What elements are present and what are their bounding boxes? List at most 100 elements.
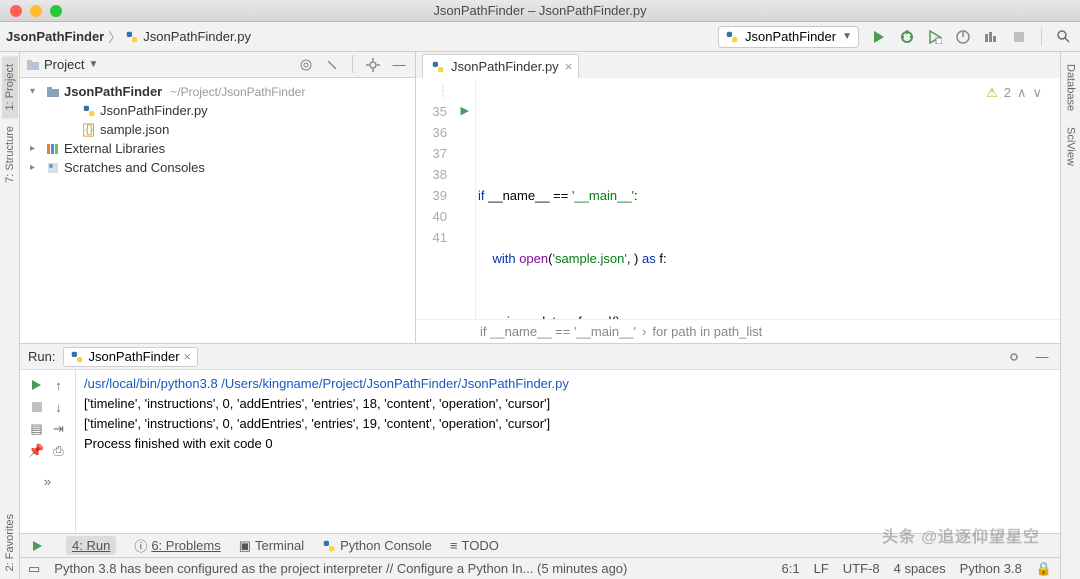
- down-icon[interactable]: ↓: [50, 398, 68, 416]
- debug-icon[interactable]: [897, 27, 917, 47]
- run-gutter-icon[interactable]: ▶: [461, 101, 469, 122]
- line-num: 37: [416, 143, 447, 164]
- center-area: Project ▼ — ▾ JsonPathFinder: [20, 52, 1060, 579]
- run-icon[interactable]: [869, 27, 889, 47]
- warning-count: 2: [1004, 82, 1011, 103]
- status-interpreter[interactable]: Python 3.8: [960, 561, 1022, 576]
- run-actions: ↑ ↓ ▤ ⇥ 📌 ⎙ »: [20, 370, 76, 533]
- output-line: Process finished with exit code 0: [84, 434, 1052, 454]
- concurrency-icon[interactable]: [981, 27, 1001, 47]
- profile-icon[interactable]: [953, 27, 973, 47]
- code-area[interactable]: if __name__ == '__main__': with open('sa…: [476, 78, 1060, 319]
- breadcrumb-file[interactable]: JsonPathFinder.py: [143, 29, 251, 44]
- bottom-tab-python-console[interactable]: Python Console: [322, 538, 432, 553]
- line-num: 39: [416, 185, 447, 206]
- tree-ext-libs[interactable]: ▸ External Libraries: [20, 139, 415, 158]
- bottom-tab-todo[interactable]: ≡TODO: [450, 538, 499, 553]
- hide-icon[interactable]: —: [389, 55, 409, 75]
- svg-text:{}: {}: [86, 123, 94, 135]
- status-message[interactable]: Python 3.8 has been configured as the pr…: [54, 561, 627, 576]
- inspection-widget[interactable]: ⚠ 2 ∧ ∨: [986, 82, 1042, 103]
- editor-tab[interactable]: JsonPathFinder.py ×: [422, 54, 579, 78]
- tree-file-name: sample.json: [100, 122, 169, 137]
- divider: [1041, 28, 1042, 46]
- prev-icon[interactable]: ∧: [1017, 82, 1027, 103]
- run-config-selector[interactable]: JsonPathFinder ▼: [718, 26, 859, 48]
- editor-gutter[interactable]: ┆ 35 36 37 38 39 40 41 ▶: [416, 78, 476, 319]
- breadcrumb[interactable]: JsonPathFinder 〉 JsonPathFinder.py: [6, 27, 251, 46]
- chevron-down-icon: ▼: [842, 31, 852, 42]
- layout-icon[interactable]: ▤: [28, 420, 46, 438]
- lock-icon[interactable]: 🔒: [1036, 561, 1052, 577]
- pin-icon[interactable]: 📌: [28, 442, 46, 460]
- chevron-down-icon[interactable]: ▼: [88, 59, 98, 70]
- code-line: json_data = f.read(): [476, 311, 1060, 319]
- vtab-project[interactable]: 1: Project: [2, 56, 18, 118]
- tree-scratches[interactable]: ▸ Scratches and Consoles: [20, 158, 415, 177]
- close-icon[interactable]: ×: [565, 59, 573, 74]
- main-area: 1: Project 7: Structure 2: Favorites Pro…: [0, 52, 1080, 579]
- editor-breadcrumbs[interactable]: if __name__ == '__main__' › for path in …: [416, 319, 1060, 343]
- next-icon[interactable]: ∨: [1032, 82, 1042, 103]
- event-icon[interactable]: ▭: [28, 561, 40, 577]
- status-eol[interactable]: LF: [814, 561, 829, 576]
- run-indicator-icon[interactable]: [28, 536, 48, 556]
- crumb[interactable]: if __name__ == '__main__': [480, 324, 636, 339]
- target-icon[interactable]: [296, 55, 316, 75]
- scratch-icon: [46, 161, 60, 175]
- output-line: /usr/local/bin/python3.8 /Users/kingname…: [84, 374, 1052, 394]
- status-bar: ▭ Python 3.8 has been configured as the …: [20, 557, 1060, 579]
- editor-split: Project ▼ — ▾ JsonPathFinder: [20, 52, 1060, 343]
- editor-area: JsonPathFinder.py × ┆ 35 36 37 38 39 40 …: [416, 52, 1060, 343]
- vtab-structure[interactable]: 7: Structure: [2, 118, 18, 191]
- json-file-icon: {}: [82, 123, 96, 137]
- terminal-icon: ▣: [239, 538, 251, 554]
- hide-icon[interactable]: —: [1032, 347, 1052, 367]
- close-icon[interactable]: ×: [184, 349, 192, 364]
- stop-icon[interactable]: [28, 398, 46, 416]
- status-encoding[interactable]: UTF-8: [843, 561, 880, 576]
- print-icon[interactable]: ⎙: [50, 442, 68, 460]
- run-output[interactable]: /usr/local/bin/python3.8 /Users/kingname…: [76, 370, 1060, 533]
- left-sidebar: 1: Project 7: Structure 2: Favorites: [0, 52, 20, 579]
- code-line: if __name__ == '__main__':: [476, 185, 1060, 206]
- search-icon[interactable]: [1054, 27, 1074, 47]
- bottom-tab-problems[interactable]: ⓘ6: Problems: [134, 536, 220, 555]
- editor-tab-name: JsonPathFinder.py: [451, 59, 559, 74]
- crumb[interactable]: for path in path_list: [652, 324, 762, 339]
- warning-icon: ⚠: [986, 82, 998, 103]
- gear-icon[interactable]: [363, 55, 383, 75]
- chevron-right-icon: ▸: [30, 162, 42, 173]
- status-pos[interactable]: 6:1: [782, 561, 800, 576]
- chevron-right-icon: ▸: [30, 143, 42, 154]
- bottom-tool-tabs: 4: Run ⓘ6: Problems ▣Terminal Python Con…: [20, 533, 1060, 557]
- bottom-tab-run[interactable]: 4: Run: [66, 536, 116, 555]
- up-icon[interactable]: ↑: [50, 376, 68, 394]
- bottom-tab-terminal[interactable]: ▣Terminal: [239, 538, 304, 554]
- expand-icon[interactable]: [322, 55, 342, 75]
- vtab-database[interactable]: Database: [1063, 56, 1079, 119]
- wrap-icon[interactable]: ⇥: [50, 420, 68, 438]
- tree-root[interactable]: ▾ JsonPathFinder ~/Project/JsonPathFinde…: [20, 82, 415, 101]
- vtab-sciview[interactable]: SciView: [1063, 119, 1079, 174]
- line-num: 40: [416, 206, 447, 227]
- python-file-icon: [82, 104, 96, 118]
- tree-file[interactable]: JsonPathFinder.py: [20, 101, 415, 120]
- breadcrumb-project[interactable]: JsonPathFinder: [6, 29, 104, 44]
- stop-icon[interactable]: [1009, 27, 1029, 47]
- gear-icon[interactable]: [1004, 347, 1024, 367]
- folder-icon: [26, 58, 40, 72]
- chevron-right-icon: ›: [642, 324, 646, 339]
- tree-file[interactable]: {} sample.json: [20, 120, 415, 139]
- project-actions: —: [296, 55, 409, 75]
- more-icon[interactable]: »: [39, 472, 57, 490]
- output-line: ['timeline', 'instructions', 0, 'addEntr…: [84, 394, 1052, 414]
- run-body: ↑ ↓ ▤ ⇥ 📌 ⎙ »: [20, 370, 1060, 533]
- coverage-icon[interactable]: [925, 27, 945, 47]
- rerun-icon[interactable]: [28, 376, 46, 394]
- vtab-favorites[interactable]: 2: Favorites: [2, 506, 18, 579]
- run-tab[interactable]: JsonPathFinder ×: [63, 347, 198, 367]
- editor-body[interactable]: ┆ 35 36 37 38 39 40 41 ▶ if __name__ == …: [416, 78, 1060, 319]
- status-indent[interactable]: 4 spaces: [894, 561, 946, 576]
- project-tw-title[interactable]: Project: [44, 57, 84, 72]
